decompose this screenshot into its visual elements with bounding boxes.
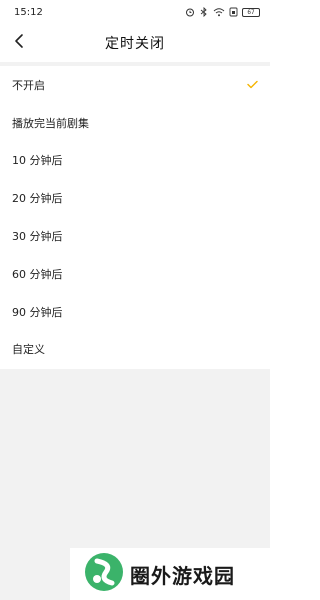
option-label: 自定义	[12, 343, 45, 357]
alarm-icon	[185, 7, 195, 17]
option-10-min[interactable]: 10 分钟后	[0, 142, 270, 180]
watermark: 圈外游戏园	[70, 548, 270, 600]
watermark-logo-icon	[84, 552, 124, 596]
option-after-episode[interactable]: 播放完当前剧集	[0, 104, 270, 142]
bluetooth-icon	[199, 7, 209, 17]
chevron-left-icon	[13, 33, 25, 53]
status-icons: 67	[185, 7, 260, 17]
option-60-min[interactable]: 60 分钟后	[0, 255, 270, 293]
option-30-min[interactable]: 30 分钟后	[0, 217, 270, 255]
option-label: 播放完当前剧集	[12, 116, 89, 130]
option-custom[interactable]: 自定义	[0, 331, 270, 369]
status-time: 15:12	[14, 6, 43, 18]
option-90-min[interactable]: 90 分钟后	[0, 293, 270, 331]
timer-option-list: 不开启 播放完当前剧集 10 分钟后 20 分钟后 30 分钟后 60 分钟后 …	[0, 66, 270, 368]
sim-icon	[229, 7, 238, 17]
watermark-text: 圈外游戏园	[130, 563, 235, 588]
option-label: 10 分钟后	[12, 154, 63, 168]
option-label: 20 分钟后	[12, 192, 63, 206]
back-button[interactable]	[8, 32, 30, 54]
page-title: 定时关闭	[105, 36, 165, 52]
header: 定时关闭	[0, 24, 270, 62]
option-label: 不开启	[12, 78, 45, 92]
status-bar: 15:12 67	[0, 0, 270, 24]
check-icon	[247, 80, 258, 89]
option-label: 90 分钟后	[12, 305, 63, 319]
option-label: 30 分钟后	[12, 230, 63, 244]
option-label: 60 分钟后	[12, 267, 63, 281]
option-20-min[interactable]: 20 分钟后	[0, 179, 270, 217]
wifi-icon	[213, 7, 225, 17]
option-off[interactable]: 不开启	[0, 66, 270, 104]
battery-icon: 67	[242, 7, 260, 17]
